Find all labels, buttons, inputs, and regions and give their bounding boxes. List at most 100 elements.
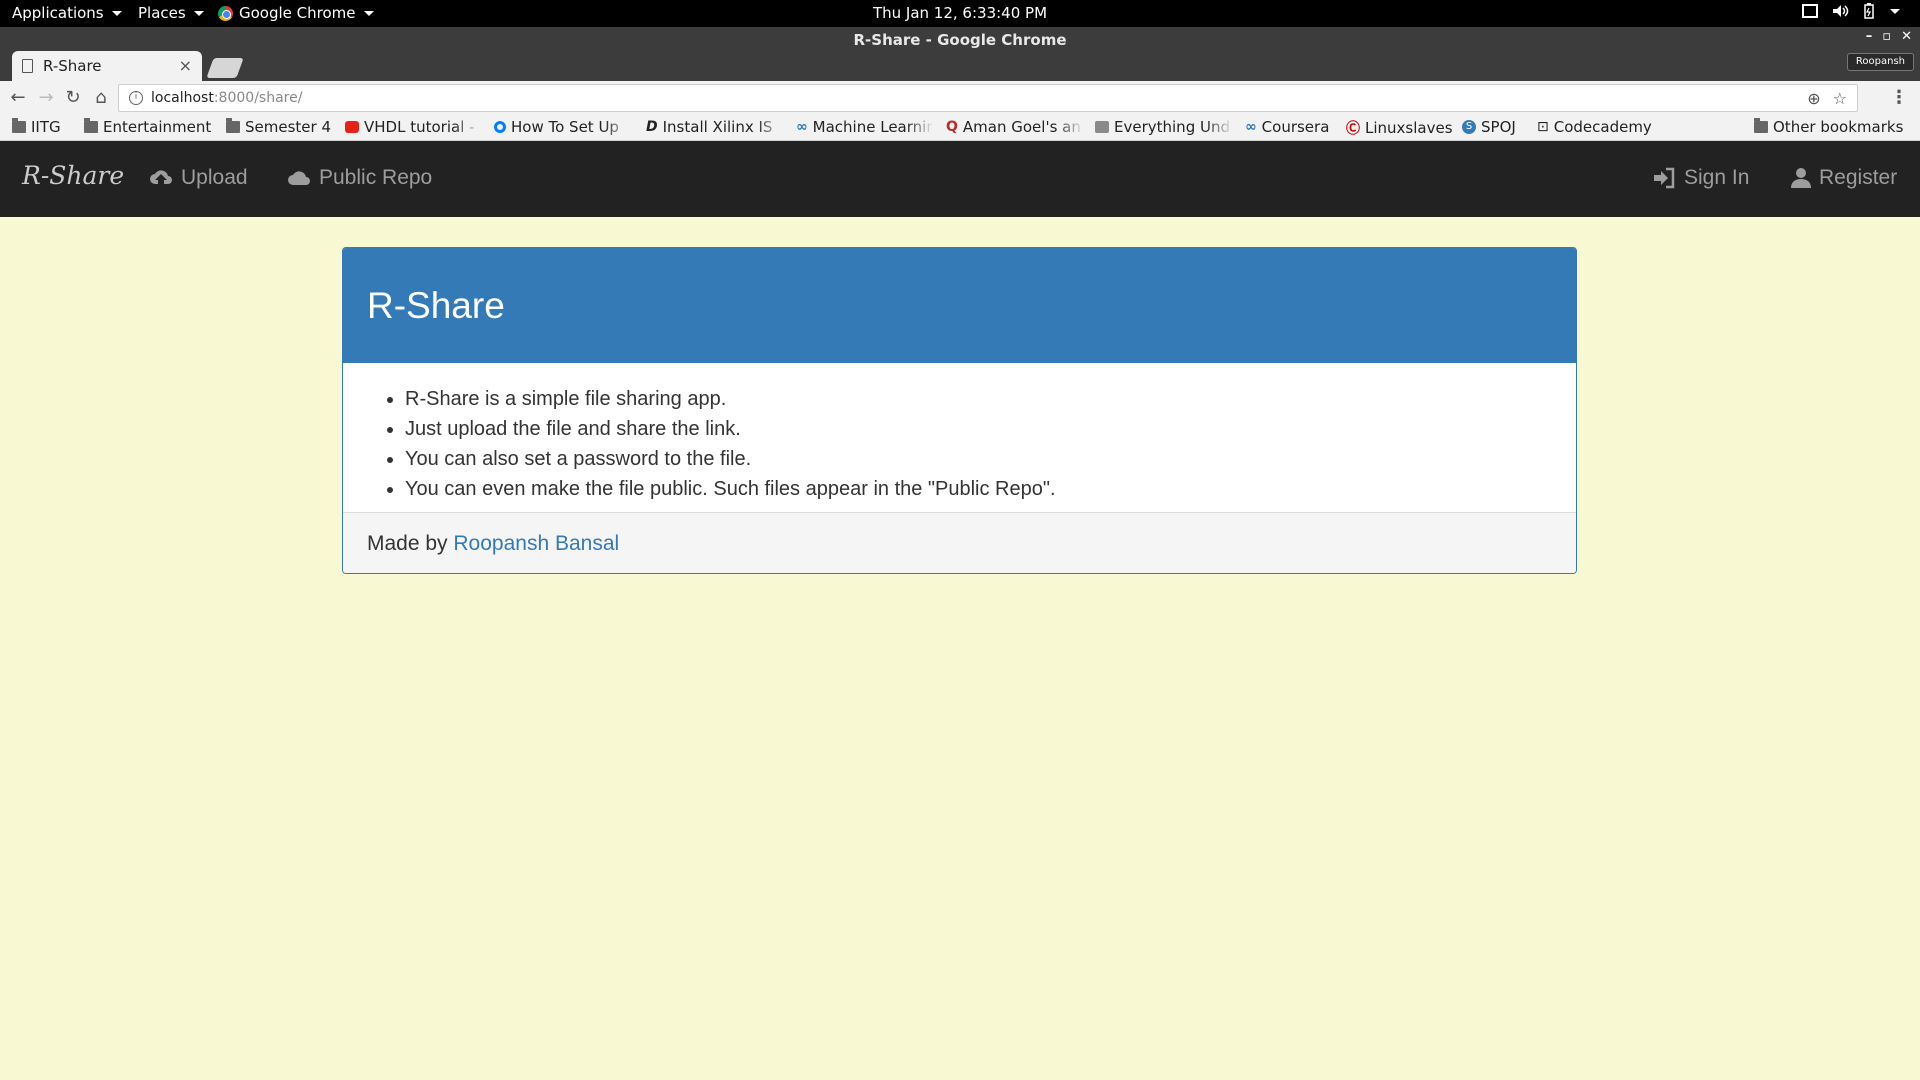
- volume-icon: [1833, 5, 1849, 17]
- bookmark-item[interactable]: ∞ Machine Learnir: [796, 118, 934, 136]
- youtube-icon: [345, 121, 359, 133]
- coursera-icon: ∞: [796, 119, 808, 135]
- folder-icon: [226, 118, 240, 133]
- bookmark-item[interactable]: S SPOJ: [1462, 118, 1516, 136]
- system-tray[interactable]: [1802, 3, 1900, 19]
- clock[interactable]: Thu Jan 12, 6:33:40 PM: [0, 4, 1920, 22]
- list-item: Just upload the file and share the link.: [405, 414, 1552, 444]
- nav-public-repo[interactable]: Public Repo: [287, 166, 432, 190]
- author-link[interactable]: Roopansh Bansal: [453, 532, 619, 555]
- coursera-icon: ∞: [1245, 119, 1257, 135]
- reload-icon[interactable]: ↻: [63, 88, 83, 108]
- info-icon[interactable]: i: [129, 91, 143, 105]
- bookmark-item[interactable]: D Install Xilinx IS: [646, 118, 784, 136]
- d-icon: D: [646, 119, 658, 135]
- window-switch-icon: [1802, 4, 1818, 18]
- nav-upload-label: Upload: [181, 166, 248, 189]
- linuxslaves-icon: Ⓒ: [1346, 121, 1360, 137]
- nav-register[interactable]: Register: [1791, 166, 1897, 190]
- window-title: R-Share - Google Chrome: [853, 31, 1067, 49]
- brand-link[interactable]: R-Share: [22, 161, 124, 190]
- bookmark-item[interactable]: How To Set Up: [494, 118, 632, 136]
- bookmark-item[interactable]: Ⓒ Linuxslaves: [1346, 118, 1453, 138]
- forward-icon[interactable]: →: [36, 88, 56, 108]
- profile-button[interactable]: Roopansh: [1846, 53, 1914, 71]
- footer-text: Made by: [367, 532, 454, 555]
- back-icon[interactable]: ←: [8, 88, 28, 108]
- bookmark-label: Everything Und: [1114, 118, 1230, 136]
- bookmark-label: Linuxslaves: [1365, 119, 1453, 137]
- bookmark-label: Aman Goel's an:: [962, 118, 1084, 136]
- list-item: You can also set a password to the file.: [405, 444, 1552, 474]
- bookmark-label: SPOJ: [1481, 118, 1516, 136]
- folder-icon: [84, 118, 98, 133]
- digitalocean-icon: [494, 121, 506, 133]
- bookmark-item[interactable]: Q Aman Goel's an:: [946, 118, 1084, 136]
- star-icon[interactable]: ☆: [1833, 89, 1847, 108]
- zoom-icon[interactable]: ⊕: [1807, 89, 1820, 108]
- page-icon: [1095, 121, 1109, 133]
- bookmark-label: IITG: [31, 118, 61, 136]
- cloud-upload-icon: [150, 170, 172, 184]
- bookmark-label: Coursera: [1261, 118, 1330, 136]
- cloud-icon: [288, 171, 310, 185]
- other-bookmarks-label: Other bookmarks: [1773, 118, 1904, 136]
- bookmarks-bar: IITG Entertainment Semester 4 VHDL tutor…: [0, 115, 1920, 141]
- feature-list: R-Share is a simple file sharing app. Ju…: [367, 384, 1552, 504]
- bookmark-label: Entertainment: [103, 118, 212, 136]
- quora-icon: Q: [946, 119, 958, 135]
- list-item: You can even make the file public. Such …: [405, 474, 1552, 504]
- panel-heading: R-Share: [343, 248, 1576, 363]
- browser-tab-strip: R-Share - Google Chrome – ▫ ✕ Roopansh R…: [0, 27, 1920, 81]
- bookmark-item[interactable]: ⊡ Codecademy: [1537, 118, 1652, 136]
- codecademy-icon: ⊡: [1537, 119, 1549, 135]
- address-bar[interactable]: i localhost:8000/share/ ⊕ ☆: [118, 84, 1858, 112]
- browser-toolbar: ← → ↻ ⌂ i localhost:8000/share/ ⊕ ☆ ⋮: [0, 81, 1920, 115]
- bookmark-item[interactable]: VHDL tutorial -: [345, 118, 481, 136]
- bookmark-item[interactable]: Semester 4: [226, 118, 331, 136]
- url-host: localhost: [151, 90, 214, 106]
- menu-kebab-icon[interactable]: ⋮: [1890, 87, 1908, 108]
- window-controls: – ▫ ✕: [1866, 29, 1912, 44]
- panel-body: R-Share is a simple file sharing app. Ju…: [343, 363, 1576, 512]
- chevron-down-icon: [1890, 8, 1900, 14]
- nav-register-label: Register: [1819, 166, 1898, 189]
- bookmark-item[interactable]: Entertainment: [84, 118, 211, 136]
- bookmark-label: How To Set Up: [511, 118, 619, 136]
- maximize-icon[interactable]: ▫: [1882, 29, 1891, 44]
- home-icon[interactable]: ⌂: [91, 88, 111, 108]
- folder-icon: [12, 118, 26, 133]
- sign-in-icon: [1654, 167, 1675, 189]
- spoj-icon: S: [1462, 120, 1476, 134]
- url-path: :8000/share/: [213, 90, 303, 106]
- other-bookmarks[interactable]: Other bookmarks: [1754, 118, 1903, 136]
- page-icon: [22, 59, 33, 73]
- nav-sign-in-label: Sign In: [1684, 166, 1750, 189]
- panel-title: R-Share: [367, 285, 505, 326]
- bookmark-label: Install Xilinx IS: [662, 118, 773, 136]
- folder-icon: [1754, 118, 1768, 133]
- system-top-bar: Applications Places Google Chrome Thu Ja…: [0, 0, 1920, 27]
- minimize-icon[interactable]: –: [1866, 29, 1873, 44]
- battery-icon: [1864, 3, 1874, 19]
- close-tab-icon[interactable]: ×: [179, 56, 192, 75]
- new-tab-button[interactable]: [206, 58, 244, 78]
- tab-r-share[interactable]: R-Share ×: [12, 51, 202, 81]
- close-icon[interactable]: ✕: [1901, 29, 1912, 44]
- nav-public-repo-label: Public Repo: [319, 166, 433, 189]
- info-panel: R-Share R-Share is a simple file sharing…: [342, 247, 1577, 574]
- tab-title: R-Share: [43, 57, 102, 75]
- bookmark-item[interactable]: Everything Und: [1095, 118, 1233, 136]
- list-item: R-Share is a simple file sharing app.: [405, 384, 1552, 414]
- bookmark-label: Codecademy: [1553, 118, 1652, 136]
- bookmark-item[interactable]: IITG: [12, 118, 61, 136]
- bookmark-label: Machine Learnir: [812, 118, 933, 136]
- panel-footer: Made by Roopansh Bansal: [343, 512, 1576, 573]
- bookmark-label: Semester 4: [245, 118, 331, 136]
- bookmark-label: VHDL tutorial -: [364, 118, 475, 136]
- user-icon: [1791, 168, 1811, 188]
- bookmark-item[interactable]: ∞ Coursera: [1245, 118, 1329, 136]
- nav-sign-in[interactable]: Sign In: [1652, 166, 1749, 190]
- app-navbar: R-Share Upload Public Repo Sign In Regis…: [0, 141, 1920, 217]
- nav-upload[interactable]: Upload: [149, 166, 248, 190]
